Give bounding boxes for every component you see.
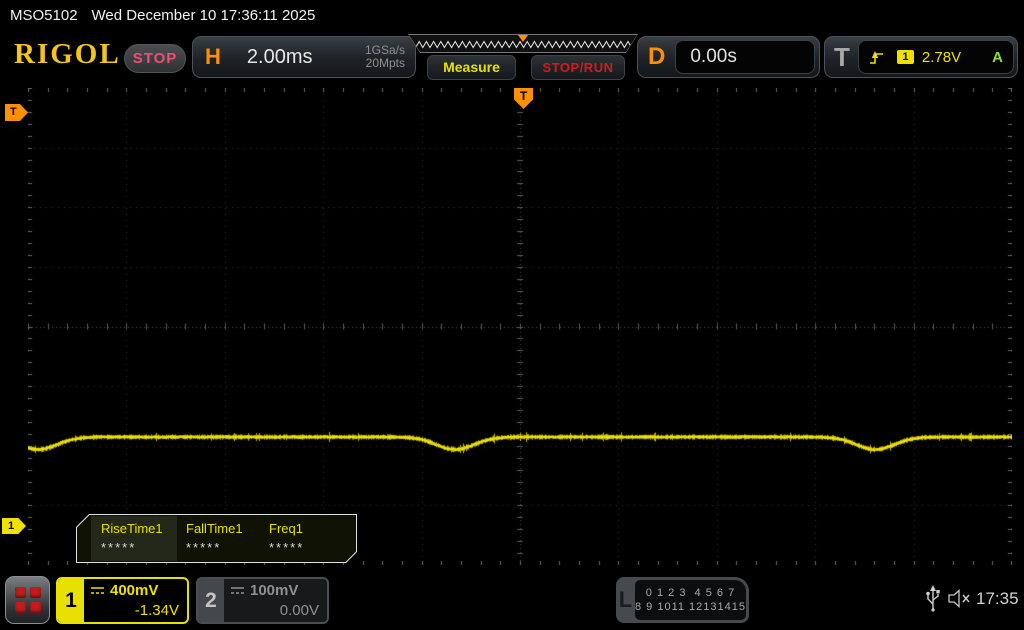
measurement-value: ***** [269,540,305,555]
overview-position-icon [518,35,528,42]
measurement-value: ***** [101,540,137,555]
dc-coupling-icon [231,586,244,594]
channel2-offset: 0.00V [279,602,319,619]
rigol-logo: RIGOL [14,38,121,70]
timebase-value: 2.00ms [246,45,313,68]
channel1-offset: -1.34V [134,602,179,619]
trigger-label: T [834,41,850,72]
run-state-indicator: STOP [124,44,186,73]
graticule [28,88,1012,565]
delay-label: D [648,43,666,70]
channel2-content: 100mV 0.00V [224,579,327,622]
trigger-value-box: 1 2.78V A [857,40,1014,74]
trigger-slope-icon [869,50,883,64]
trigger-mode: A [992,48,1003,66]
model-name: MSO5102 [10,7,78,24]
measurement-item[interactable]: FallTime1 ***** [186,521,270,555]
logic-row-1: 0 1 2 3 4 5 6 7 [645,587,736,599]
trigger-source-badge: 1 [896,50,914,64]
delay-settings-button[interactable]: D 0.00s [637,36,820,78]
logic-row-2: 8 9 1011 12131415 [635,601,746,613]
datetime: Wed December 10 17:36:11 2025 [91,7,316,24]
usb-icon [926,585,940,612]
delay-value: 0.00s [675,40,816,74]
logic-channels-box[interactable]: L 0 1 2 3 4 5 6 7 8 9 1011 12131415 [616,577,749,623]
channel2-tab[interactable]: 2 [198,579,224,622]
channel1-content: 400mV -1.34V [84,579,187,622]
horizontal-label: H [205,44,221,69]
dc-coupling-icon [91,586,104,594]
measurement-label: FallTime1 [186,521,243,536]
logic-channel-numbers: 0 1 2 3 4 5 6 7 8 9 1011 12131415 [635,580,746,620]
measurement-results-inner: RiseTime1 ***** FallTime1 ***** Freq1 **… [77,515,356,562]
menu-grid-icon [14,587,41,613]
mem-depth: 20Mpts [365,56,405,70]
channel1-box[interactable]: 1 400mV -1.34V [56,577,189,624]
logic-label: L [618,587,633,612]
sample-rate-memdepth: 1GSa/s 20Mpts [365,44,405,70]
stop-run-button[interactable]: STOP/RUN [531,55,625,80]
sample-rate: 1GSa/s [364,43,405,57]
measurement-item[interactable]: Freq1 ***** [269,521,353,555]
measurement-label: RiseTime1 [101,521,163,536]
oscilloscope-screen: MSO5102 Wed December 10 17:36:11 2025 RIG… [0,0,1024,630]
trigger-settings-button[interactable]: T 1 2.78V A [824,36,1018,78]
channel2-box[interactable]: 2 100mV 0.00V [196,577,329,624]
sound-muted-icon [948,589,970,608]
channel1-waveform [28,88,1012,565]
trigger-level-marker[interactable]: T [5,104,28,121]
channel1-scale: 400mV [110,582,159,599]
measurement-item[interactable]: RiseTime1 ***** [101,521,185,555]
channel1-ground-marker[interactable]: 1 [2,518,26,534]
channel1-tab[interactable]: 1 [58,579,84,622]
measure-button[interactable]: Measure [427,55,516,80]
titlebar: MSO5102 Wed December 10 17:36:11 2025 [10,4,315,28]
measurement-label: Freq1 [269,521,303,536]
quick-menu-button[interactable] [5,576,50,624]
measurement-value: ***** [186,540,222,555]
clock: 17:35 [976,589,1019,608]
horizontal-settings-button[interactable]: H 2.00ms 1GSa/s 20Mpts [192,36,416,78]
waveform-overview-strip[interactable] [408,34,638,53]
trigger-level-value: 2.78V [921,48,962,66]
channel2-scale: 100mV [250,582,299,599]
measurement-results-box[interactable]: RiseTime1 ***** FallTime1 ***** Freq1 **… [76,514,357,563]
